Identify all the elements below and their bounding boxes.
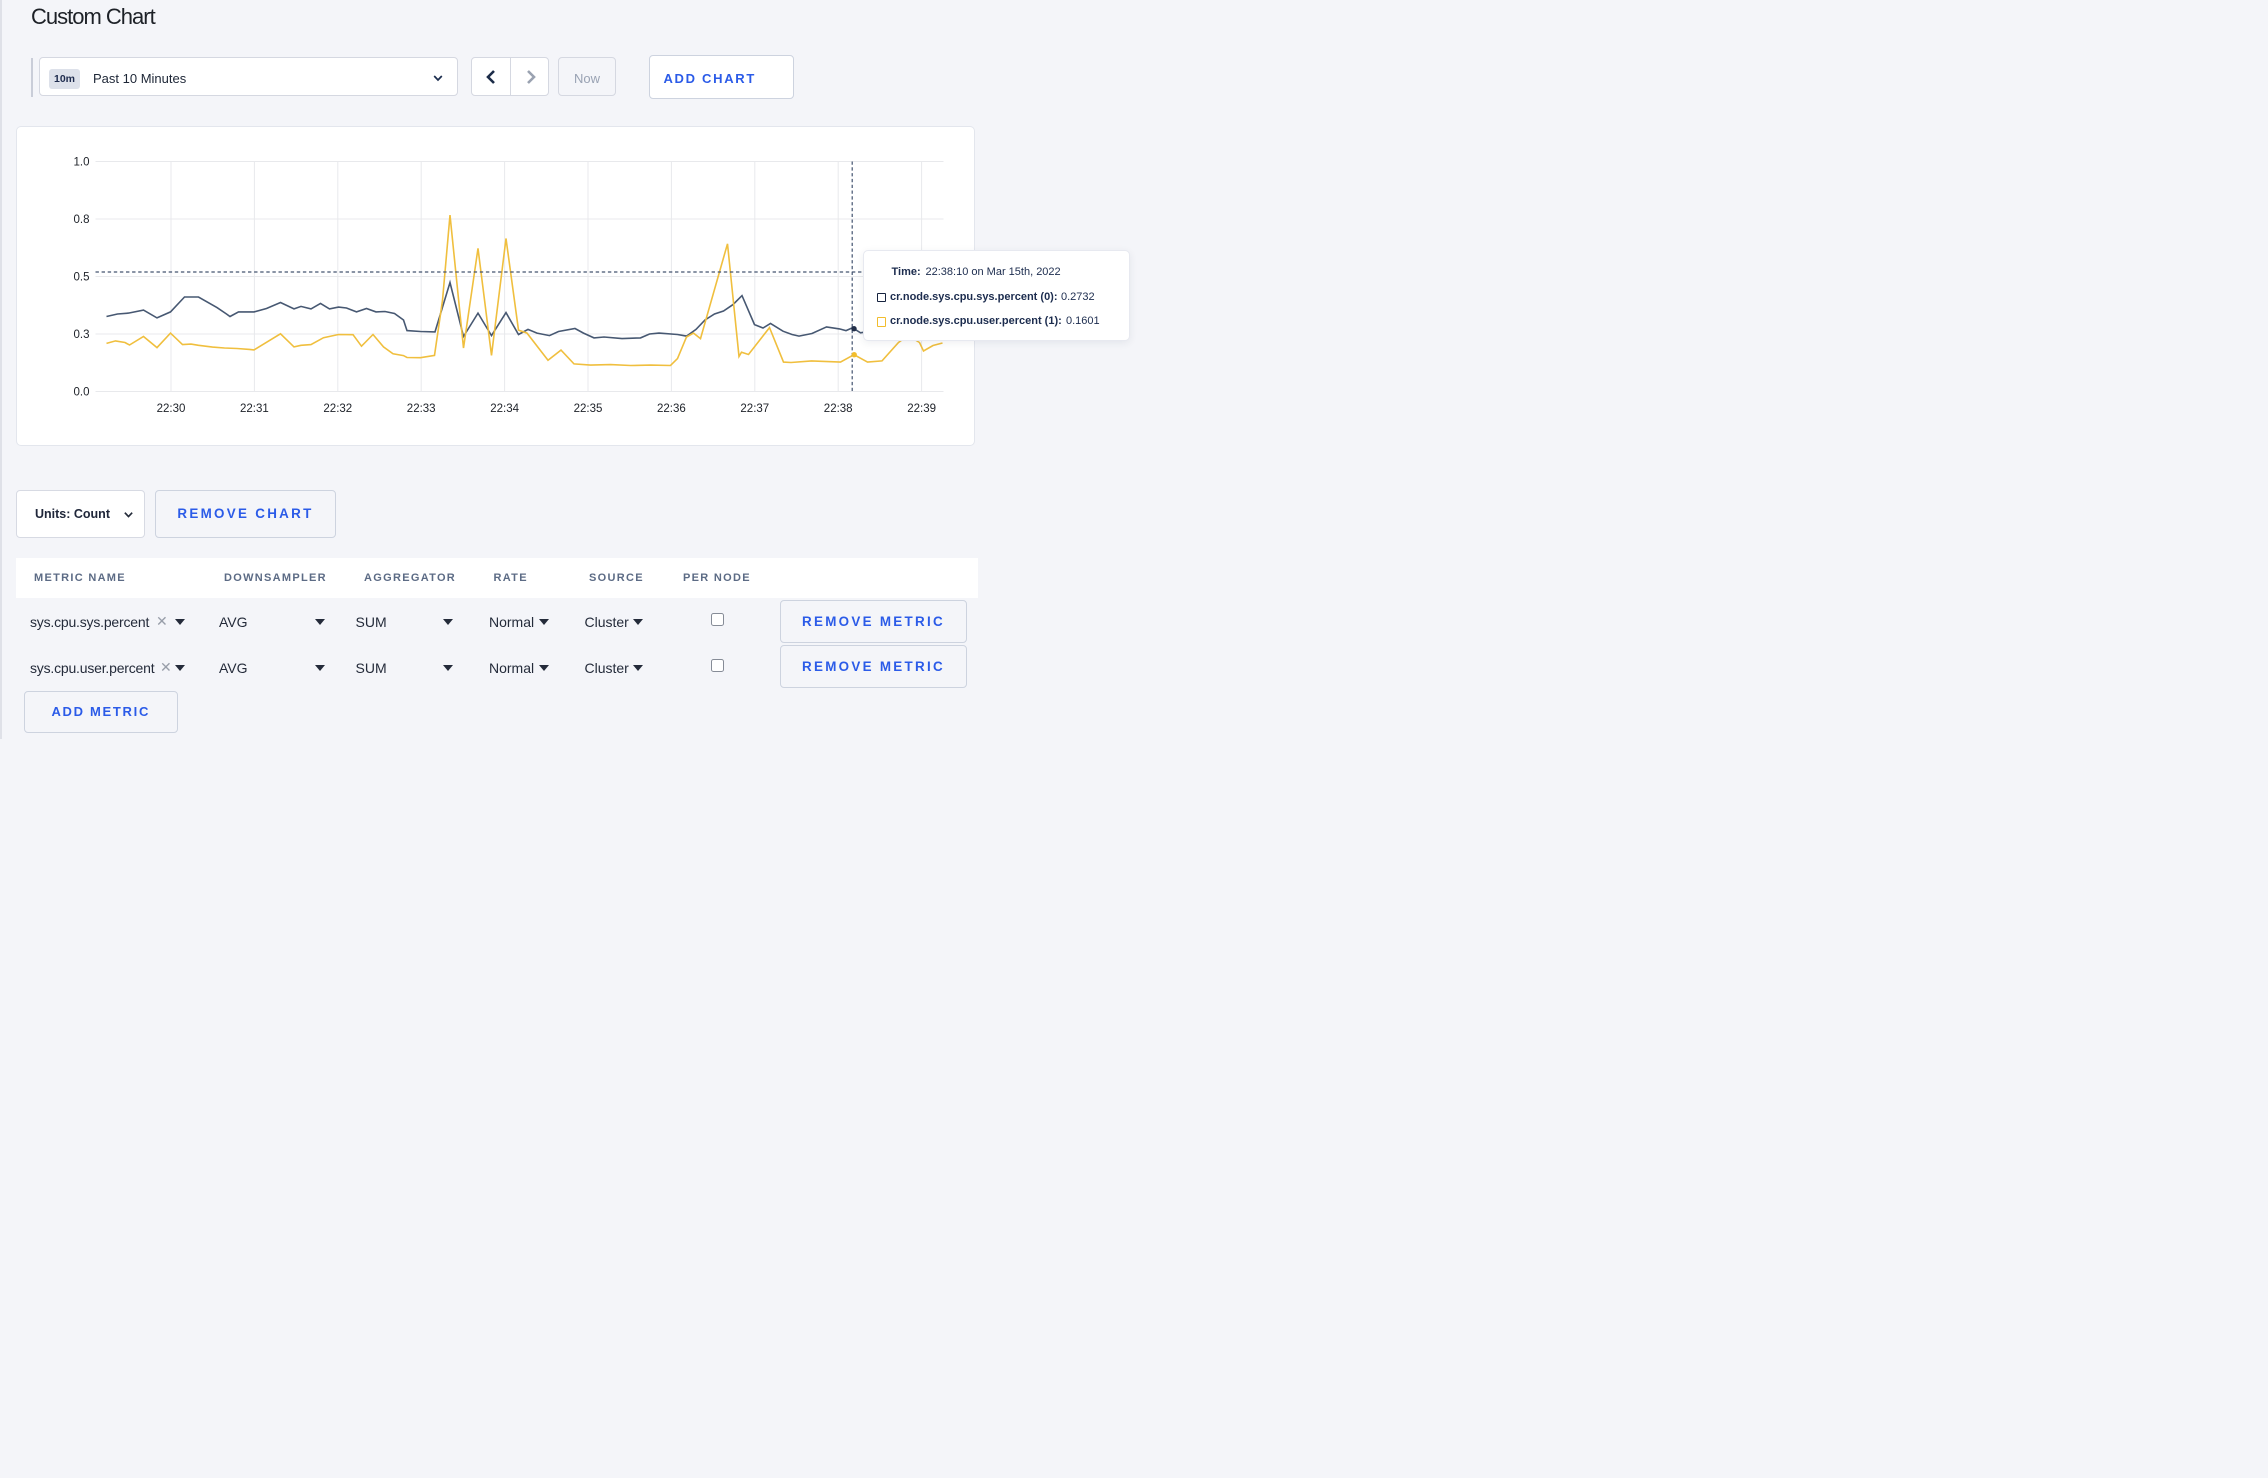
svg-text:22:38: 22:38	[823, 403, 852, 415]
svg-text:22:30: 22:30	[156, 403, 185, 415]
svg-text:22:39: 22:39	[907, 403, 936, 415]
svg-text:22:31: 22:31	[240, 403, 269, 415]
svg-text:0.5: 0.5	[73, 271, 89, 283]
svg-text:22:35: 22:35	[573, 403, 602, 415]
svg-text:22:34: 22:34	[490, 403, 519, 415]
svg-text:0.0: 0.0	[73, 386, 89, 398]
svg-text:0.3: 0.3	[73, 329, 89, 341]
svg-text:22:36: 22:36	[657, 403, 686, 415]
svg-text:1.0: 1.0	[73, 156, 89, 168]
svg-text:22:33: 22:33	[406, 403, 435, 415]
svg-text:0.8: 0.8	[73, 214, 89, 226]
svg-text:22:37: 22:37	[740, 403, 769, 415]
svg-text:22:32: 22:32	[323, 403, 352, 415]
